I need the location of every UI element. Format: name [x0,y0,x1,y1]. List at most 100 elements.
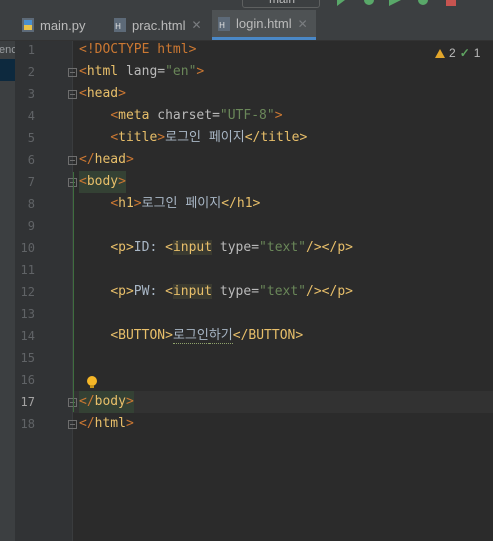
current-line-highlight [73,391,493,413]
body-scope-guide [73,172,74,412]
python-file-icon [22,18,34,32]
tab-label: prac.html [132,17,186,33]
line-number[interactable]: 12 [15,281,35,303]
tag-name: meta [118,108,150,123]
code-line-5[interactable]: <title>로그인 페이지</title> [79,127,307,149]
line-number[interactable]: 18 [15,413,35,435]
line-number[interactable]: 8 [15,193,35,215]
run-configuration-selector[interactable]: main [242,0,320,8]
code-line-8[interactable]: <h1>로그인 페이지</h1> [79,193,260,215]
lightbulb-icon[interactable] [87,376,97,388]
bracket: > [274,108,283,123]
code-line-3[interactable]: <head> [79,83,126,105]
profile-icon[interactable] [416,0,430,6]
code-line-10[interactable]: <p>ID: <input type="text"/></p> [79,237,353,259]
fold-end-icon[interactable] [68,156,77,165]
line-number[interactable]: 4 [15,105,35,127]
bracket: /> [306,284,322,299]
bracket: > [125,394,134,409]
tab-label: main.py [40,17,86,33]
line-number[interactable]: 16 [15,369,35,391]
line-number[interactable]: 5 [15,127,35,149]
close-icon[interactable]: ✕ [191,18,201,32]
tag-name: head [94,152,126,167]
line-number[interactable]: 9 [15,215,35,237]
bracket: > [125,152,134,167]
coverage-icon[interactable] [388,0,402,6]
attr-value: "text" [259,284,307,299]
closing-tag: </title> [244,130,308,145]
line-number[interactable]: 14 [15,325,35,347]
tag-name: input [172,284,213,299]
label-text: PW: [133,284,166,299]
code-line-4[interactable]: <meta charset="UTF-8"> [79,105,283,127]
bracket: </ [79,416,95,431]
svg-text:H: H [115,22,121,31]
closing-tag: </p> [321,240,353,255]
tag-name: body [86,174,119,189]
svg-text:H: H [219,21,225,30]
bracket: > [125,416,134,431]
line-number[interactable]: 17 [15,391,35,413]
code-line-1[interactable]: <!DOCTYPE html> [79,39,196,61]
debug-icon[interactable] [362,0,376,6]
p-tag: <p> [110,240,134,255]
code-line-12[interactable]: <p>PW: <input type="text"/></p> [79,281,353,303]
inspection-widget[interactable]: 2 ✓ 1 [435,46,480,60]
html-file-icon: H [218,16,230,31]
line-number[interactable]: 3 [15,83,35,105]
bracket: < [110,108,119,123]
fold-marker-icon[interactable] [68,68,77,77]
bracket: < [110,196,119,211]
attr-value: "en" [165,64,197,79]
close-icon[interactable]: ✕ [298,17,308,31]
line-number[interactable]: 11 [15,259,35,281]
tag-name: title [118,130,158,145]
attr-name: lang= [118,64,166,79]
label-text: ID: [133,240,166,255]
run-icon[interactable] [336,0,346,6]
tab-main-py[interactable]: main.py [22,10,110,40]
code-line-6[interactable]: </head> [79,149,134,171]
p-tag: <p> [110,284,134,299]
stop-icon[interactable] [446,0,458,6]
fold-marker-icon[interactable] [68,90,77,99]
tab-login-html[interactable]: H login.html ✕ [212,10,316,40]
check-icon: ✓ [459,46,470,60]
run-config-label: main [269,0,295,6]
line-number[interactable]: 2 [15,61,35,83]
tab-label: login.html [236,16,292,31]
code-line-17[interactable]: </body> [79,391,134,413]
attr-value: "UTF-8" [219,108,275,123]
code-line-14[interactable]: <BUTTON>로그인하기</BUTTON> [79,325,303,347]
warning-count: 2 [449,46,456,60]
code-line-2[interactable]: <html lang="en"> [79,61,204,83]
code-line-18[interactable]: </html> [79,413,134,435]
line-number[interactable]: 1 [15,39,35,61]
code-line-7[interactable]: <body> [79,171,126,193]
line-number[interactable]: 6 [15,149,35,171]
closing-tag: </BUTTON> [232,328,304,343]
attr-name: type= [212,284,260,299]
bracket: </ [79,152,95,167]
tab-prac-html[interactable]: H prac.html ✕ [114,10,210,40]
bracket: > [157,130,166,145]
project-panel: enc [0,41,17,541]
tag-name: html [94,416,126,431]
attr-value: "text" [259,240,307,255]
line-number[interactable]: 13 [15,303,35,325]
attr-name: type= [212,240,260,255]
bracket: > [133,196,142,211]
line-number[interactable]: 10 [15,237,35,259]
bracket: < [165,240,173,255]
fold-end-icon[interactable] [68,420,77,429]
line-number[interactable]: 7 [15,171,35,193]
project-panel-selection[interactable] [0,59,15,81]
button-tag: <BUTTON> [110,328,173,343]
button-text: 하기 [208,328,233,344]
line-number[interactable]: 15 [15,347,35,369]
